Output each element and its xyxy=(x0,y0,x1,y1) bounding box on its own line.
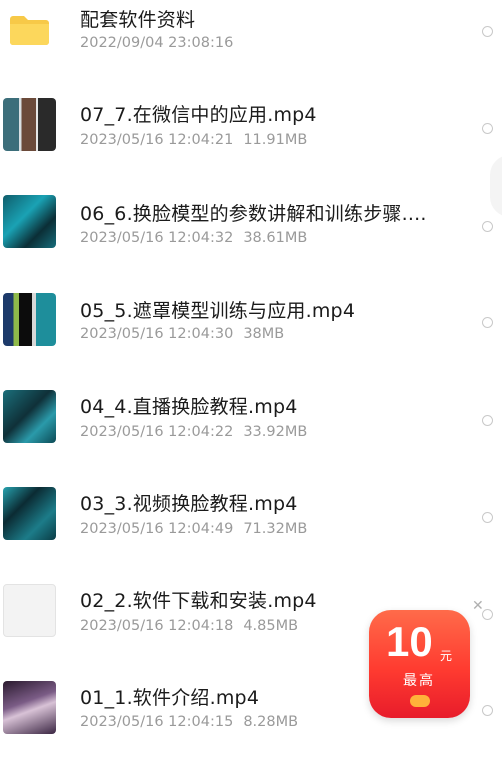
file-meta: 2023/05/16 12:04:32 38.61MB xyxy=(80,230,307,246)
video-thumbnail xyxy=(3,293,56,346)
file-date: 2023/05/16 12:04:21 xyxy=(80,132,234,148)
file-name: 06_6.换脸模型的参数讲解和训练步骤.... xyxy=(80,203,427,225)
promo-coin-icon xyxy=(410,695,430,707)
promo-unit: 元 xyxy=(440,649,453,663)
file-date: 2023/05/16 12:04:22 xyxy=(80,424,234,440)
select-radio[interactable] xyxy=(482,221,493,232)
file-meta: 2023/05/16 12:04:15 8.28MB xyxy=(80,714,298,730)
list-item[interactable]: 配套软件资料 2022/09/04 23:08:16 xyxy=(0,0,502,97)
select-radio[interactable] xyxy=(482,705,493,716)
file-name: 配套软件资料 xyxy=(80,9,196,31)
file-size: 38MB xyxy=(243,326,285,342)
promo-badge[interactable]: 10 元 最高 xyxy=(369,610,470,718)
file-date: 2023/05/16 12:04:32 xyxy=(80,230,234,246)
video-thumbnail xyxy=(3,584,56,637)
list-item[interactable]: 06_6.换脸模型的参数讲解和训练步骤.... 2023/05/16 12:04… xyxy=(0,194,502,291)
video-thumbnail xyxy=(3,195,56,248)
file-date: 2023/05/16 12:04:15 xyxy=(80,714,234,730)
file-size: 71.32MB xyxy=(243,521,308,537)
file-meta: 2023/05/16 12:04:49 71.32MB xyxy=(80,521,307,537)
file-name: 03_3.视频换脸教程.mp4 xyxy=(80,493,298,515)
list-item[interactable]: 07_7.在微信中的应用.mp4 2023/05/16 12:04:21 11.9… xyxy=(0,97,502,194)
folder-icon xyxy=(3,2,56,55)
select-radio[interactable] xyxy=(482,26,493,37)
promo-label: 最高 xyxy=(403,673,435,689)
file-date: 2022/09/04 23:08:16 xyxy=(80,35,234,51)
promo-close-icon[interactable]: ✕ xyxy=(472,598,484,614)
select-radio[interactable] xyxy=(482,317,493,328)
video-thumbnail xyxy=(3,681,56,734)
file-meta: 2023/05/16 12:04:30 38MB xyxy=(80,326,284,342)
file-date: 2023/05/16 12:04:18 xyxy=(80,618,234,634)
promo-amount: 10 xyxy=(386,618,433,665)
select-radio[interactable] xyxy=(482,512,493,523)
file-size: 4.85MB xyxy=(243,618,299,634)
file-name: 07_7.在微信中的应用.mp4 xyxy=(80,104,317,126)
file-date: 2023/05/16 12:04:49 xyxy=(80,521,234,537)
file-meta: 2023/05/16 12:04:22 33.92MB xyxy=(80,424,307,440)
file-date: 2023/05/16 12:04:30 xyxy=(80,326,234,342)
file-meta: 2023/05/16 12:04:21 11.91MB xyxy=(80,132,307,148)
file-name: 04_4.直播换脸教程.mp4 xyxy=(80,396,298,418)
video-thumbnail xyxy=(3,487,56,540)
select-radio[interactable] xyxy=(482,123,493,134)
list-item[interactable]: 05_5.遮罩模型训练与应用.mp4 2023/05/16 12:04:30 38… xyxy=(0,291,502,388)
video-thumbnail xyxy=(3,98,56,151)
file-size: 33.92MB xyxy=(243,424,308,440)
list-item[interactable]: 04_4.直播换脸教程.mp4 2023/05/16 12:04:22 33.92… xyxy=(0,388,502,485)
file-meta: 2022/09/04 23:08:16 xyxy=(80,35,233,51)
file-size: 8.28MB xyxy=(243,714,299,730)
file-size: 38.61MB xyxy=(243,230,308,246)
file-name: 01_1.软件介绍.mp4 xyxy=(80,687,260,709)
file-name: 05_5.遮罩模型训练与应用.mp4 xyxy=(80,300,356,322)
list-item[interactable]: 03_3.视频换脸教程.mp4 2023/05/16 12:04:49 71.32… xyxy=(0,485,502,582)
select-radio[interactable] xyxy=(482,415,493,426)
file-name: 02_2.软件下载和安装.mp4 xyxy=(80,590,317,612)
file-size: 11.91MB xyxy=(243,132,308,148)
file-meta: 2023/05/16 12:04:18 4.85MB xyxy=(80,618,298,634)
video-thumbnail xyxy=(3,390,56,443)
